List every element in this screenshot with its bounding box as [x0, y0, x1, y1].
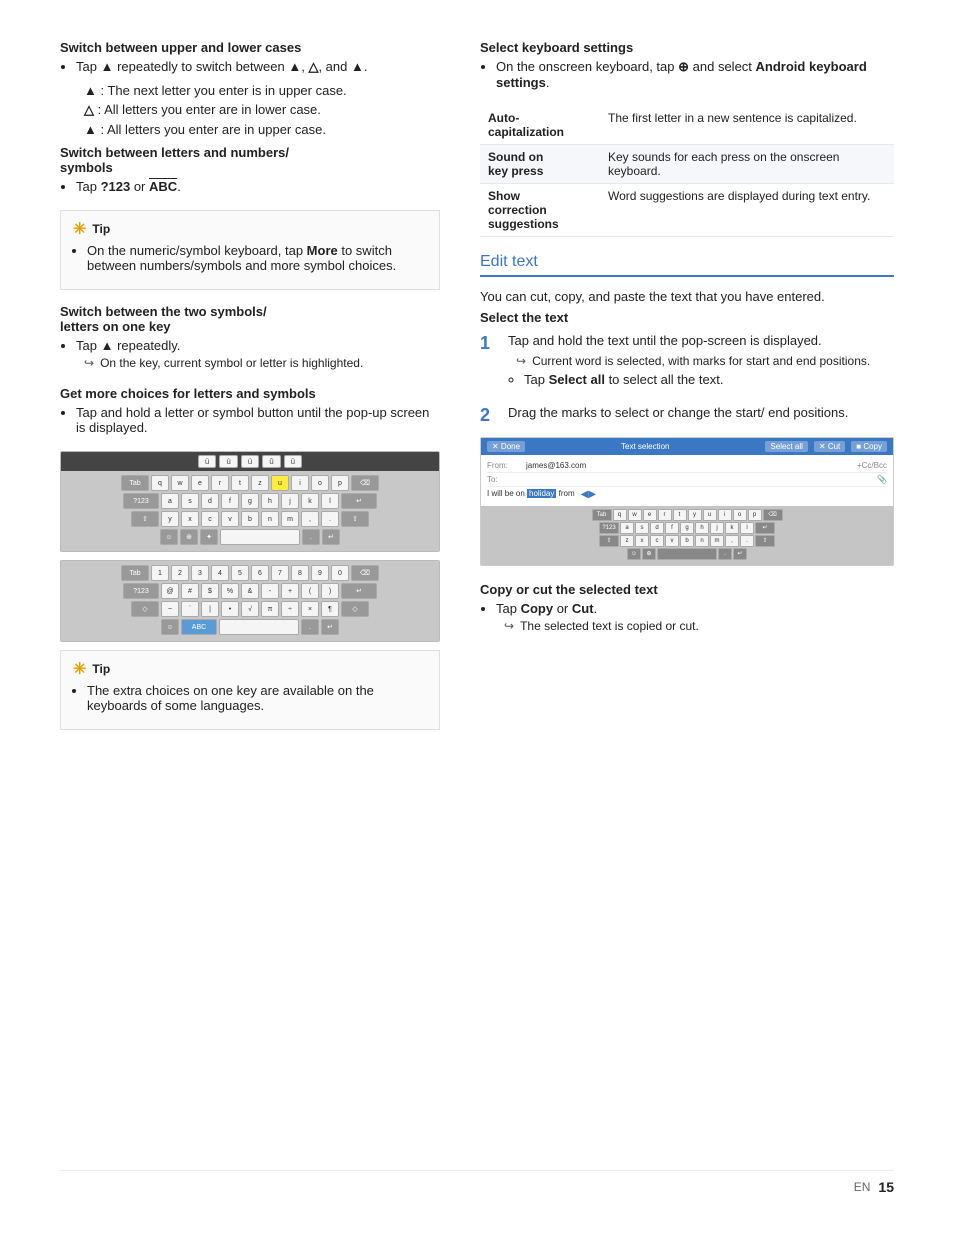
switch-cases-indent3: ▲ : All letters you enter are in upper c…	[84, 122, 440, 137]
select-text-title: Select the text	[480, 310, 894, 325]
sc-copy-btn[interactable]: ■ Copy	[851, 441, 887, 452]
sc-topbar: ✕ Done Text selection Select all ✕ Cut ■…	[481, 438, 893, 455]
step-1: 1 Tap and hold the text until the pop-sc…	[480, 333, 894, 395]
switch-numbers-bullet: Tap ?123 or ABC.	[76, 179, 440, 194]
two-symbols-bullet: Tap ▲ repeatedly. ↪ On the key, current …	[76, 338, 440, 370]
language-label: EN	[854, 1180, 871, 1194]
edit-text-intro: You can cut, copy, and paste the text th…	[480, 289, 894, 304]
sc-from-row: From: james@163.com +Cc/Bcc	[487, 459, 887, 473]
copy-cut-arrow: ↪ The selected text is copied or cut.	[504, 619, 894, 633]
select-keyboard-title: Select keyboard settings	[480, 40, 894, 55]
section-more-choices: Get more choices for letters and symbols…	[60, 386, 440, 435]
page-number: 15	[878, 1179, 894, 1195]
more-choices-title: Get more choices for letters and symbols	[60, 386, 440, 401]
tip-header-1: ✳ Tip	[73, 219, 427, 239]
tip1-content: On the numeric/symbol keyboard, tap More…	[87, 243, 427, 273]
tip2-content: The extra choices on one key are availab…	[87, 683, 427, 713]
tip-label-1: Tip	[92, 222, 110, 236]
step-number-2: 2	[480, 405, 498, 427]
two-symbols-title: Switch between the two symbols/letters o…	[60, 304, 440, 334]
tip-header-2: ✳ Tip	[73, 659, 427, 679]
page: Switch between upper and lower cases Tap…	[0, 0, 954, 1235]
screen-capture: ✕ Done Text selection Select all ✕ Cut ■…	[480, 437, 894, 566]
page-footer: EN 15	[60, 1170, 894, 1195]
sc-to-row: To: 📎	[487, 473, 887, 487]
switch-numbers-title: Switch between letters and numbers/symbo…	[60, 145, 440, 175]
sc-close-btn[interactable]: ✕ Done	[487, 441, 525, 452]
table-row: Sound onkey press Key sounds for each pr…	[480, 145, 894, 184]
table-cell-value: The first letter in a new sentence is ca…	[600, 106, 894, 145]
table-cell-value: Word suggestions are displayed during te…	[600, 184, 894, 237]
tip-star-icon: ✳	[73, 219, 86, 239]
step-2-content: Drag the marks to select or change the s…	[508, 405, 894, 427]
copy-cut-bullet: Tap Copy or Cut. ↪ The selected text is …	[496, 601, 894, 633]
step2-text: Drag the marks to select or change the s…	[508, 405, 894, 420]
tip-box-1: ✳ Tip On the numeric/symbol keyboard, ta…	[60, 210, 440, 290]
settings-table: Auto-capitalization The first letter in …	[480, 106, 894, 237]
sc-title: Text selection	[531, 442, 759, 451]
sc-selectall-btn[interactable]: Select all	[765, 441, 807, 452]
section-copy-cut: Copy or cut the selected text Tap Copy o…	[480, 582, 894, 633]
table-cell-key: Sound onkey press	[480, 145, 600, 184]
edit-text-title: Edit text	[480, 253, 894, 277]
table-cell-key: Showcorrectionsuggestions	[480, 184, 600, 237]
table-cell-key: Auto-capitalization	[480, 106, 600, 145]
keyboard-sim-2: Tab 1234567890 ⌫ ?123 @#$%&-+() ↵ ◇ ~`|•…	[61, 561, 439, 641]
step1-selectall: Tap Select all to select all the text.	[524, 372, 894, 387]
step-2: 2 Drag the marks to select or change the…	[480, 405, 894, 427]
select-keyboard-bullet: On the onscreen keyboard, tap ⊕ and sele…	[496, 59, 894, 90]
keyboard-sim-1: Tab qwertzuiop ⌫ ?123 asdfghjkl ↵ ⇧ yxcv…	[61, 471, 439, 551]
switch-cases-bullet1: Tap ▲ repeatedly to switch between ▲, △,…	[76, 59, 440, 75]
section-switch-cases: Switch between upper and lower cases Tap…	[60, 40, 440, 194]
sc-body-row: I will be on holiday from ◀▶	[487, 487, 887, 502]
table-row: Showcorrectionsuggestions Word suggestio…	[480, 184, 894, 237]
sc-keyboard: Tab qwertyuiop ⌫ ?123 asdfghjkl ↵ ⇧ zxcv…	[481, 506, 893, 565]
copy-cut-title: Copy or cut the selected text	[480, 582, 894, 597]
switch-cases-title: Switch between upper and lower cases	[60, 40, 440, 55]
keyboard-image-1: ü ù ú û ū Tab qwertzuiop ⌫ ?123	[60, 451, 440, 552]
right-column: Select keyboard settings On the onscreen…	[480, 40, 894, 1150]
table-cell-value: Key sounds for each press on the onscree…	[600, 145, 894, 184]
keyboard-image-2: Tab 1234567890 ⌫ ?123 @#$%&-+() ↵ ◇ ~`|•…	[60, 560, 440, 642]
section-edit-text: Edit text You can cut, copy, and paste t…	[480, 253, 894, 566]
left-column: Switch between upper and lower cases Tap…	[60, 40, 440, 1150]
more-choices-bullet: Tap and hold a letter or symbol button u…	[76, 405, 440, 435]
tip-star-icon-2: ✳	[73, 659, 86, 679]
table-row: Auto-capitalization The first letter in …	[480, 106, 894, 145]
step1-arrow1: ↪ Current word is selected, with marks f…	[516, 354, 894, 368]
sc-from-value: james@163.com	[526, 461, 586, 470]
section-two-symbols: Switch between the two symbols/letters o…	[60, 304, 440, 370]
tip-label-2: Tip	[92, 662, 110, 676]
section-select-keyboard: Select keyboard settings On the onscreen…	[480, 40, 894, 90]
sc-cut-btn[interactable]: ✕ Cut	[814, 441, 845, 452]
step1-text: Tap and hold the text until the pop-scre…	[508, 333, 894, 348]
content-columns: Switch between upper and lower cases Tap…	[60, 40, 894, 1150]
two-symbols-arrow: ↪ On the key, current symbol or letter i…	[84, 356, 440, 370]
sc-email-form: From: james@163.com +Cc/Bcc To: 📎 I will…	[481, 455, 893, 506]
step-number-1: 1	[480, 333, 498, 395]
step-1-content: Tap and hold the text until the pop-scre…	[508, 333, 894, 395]
switch-cases-indent2: △ : All letters you enter are in lower c…	[84, 102, 440, 118]
tip-box-2: ✳ Tip The extra choices on one key are a…	[60, 650, 440, 730]
switch-cases-indent1: ▲ : The next letter you enter is in uppe…	[84, 83, 440, 98]
